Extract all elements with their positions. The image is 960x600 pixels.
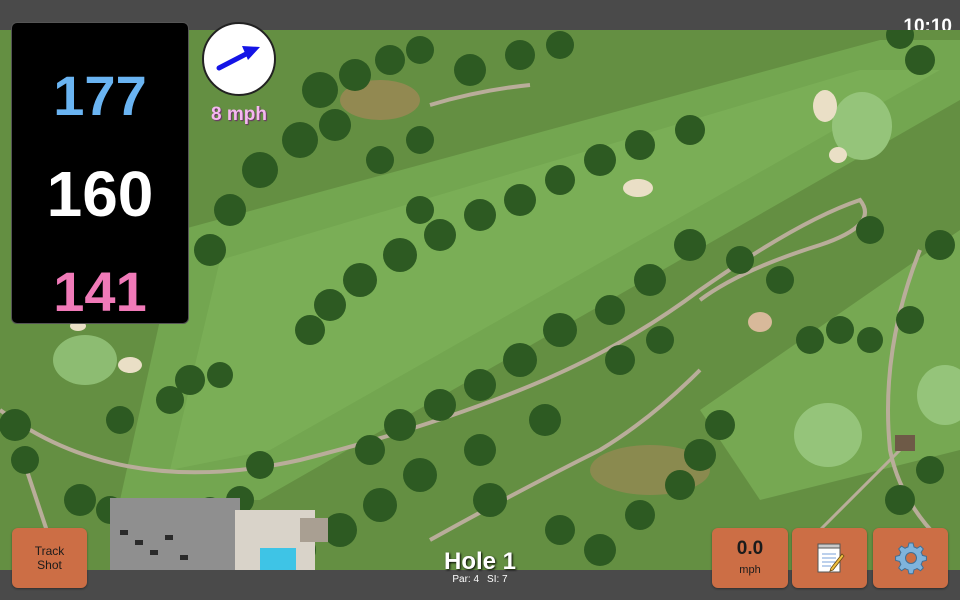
hole-details: Par: 4 SI: 7 bbox=[400, 574, 560, 586]
arrow-icon bbox=[216, 46, 260, 71]
distance-panel: 177 160 141 bbox=[11, 22, 189, 324]
speed-unit: mph bbox=[739, 564, 761, 576]
notepad-icon bbox=[817, 543, 845, 573]
wind-indicator bbox=[202, 22, 276, 96]
speed-value: 0.0 bbox=[736, 538, 764, 559]
back-distance: 177 bbox=[53, 64, 147, 127]
hole-si: SI: 7 bbox=[487, 574, 508, 585]
center-distance: 160 bbox=[46, 158, 154, 230]
gear-icon bbox=[894, 542, 927, 575]
wind-speed: 8 mph bbox=[211, 104, 267, 125]
notes-button[interactable] bbox=[792, 528, 867, 588]
hole-par: Par: 4 bbox=[452, 574, 480, 585]
hole-title: Hole 1 bbox=[443, 548, 517, 575]
speed-button[interactable]: 0.0 mph bbox=[712, 528, 788, 588]
front-distance: 141 bbox=[53, 260, 147, 323]
track-shot-button[interactable]: Track Shot bbox=[12, 528, 87, 588]
track-shot-label-line2: Shot bbox=[37, 558, 62, 572]
settings-button[interactable] bbox=[873, 528, 948, 588]
track-shot-label-line1: Track bbox=[34, 544, 65, 558]
hole-info: Hole 1 Par: 4 SI: 7 bbox=[400, 548, 560, 586]
